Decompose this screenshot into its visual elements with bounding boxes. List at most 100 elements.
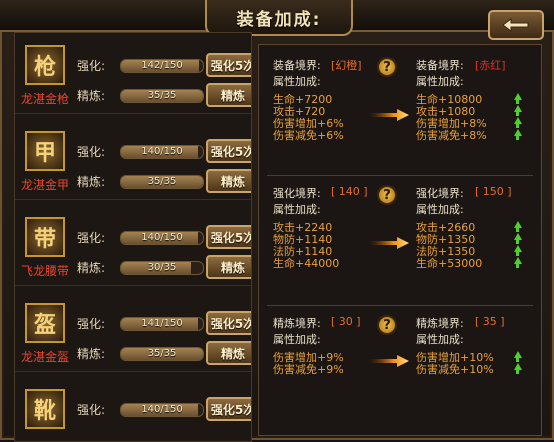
equipment-item[interactable]: 盔龙湛金盔 强化: 141/150 强化5次精炼: 35/35 精炼 xyxy=(15,291,251,372)
back-button[interactable] xyxy=(488,10,544,40)
equipment-name: 龙湛金盔 xyxy=(20,350,69,364)
next-realm-value: [ 35 ] xyxy=(475,315,505,328)
next-attr-value: 伤害减免+10% xyxy=(416,363,494,376)
next-attr-label: 属性加成: xyxy=(416,333,464,346)
stat-label: 精炼: xyxy=(77,347,106,361)
current-attr-label: 属性加成: xyxy=(273,75,321,88)
stat-up-arrow-icon xyxy=(514,245,522,256)
stat-label: 强化: xyxy=(77,145,106,159)
next-realm-label: 强化境界: xyxy=(416,187,464,200)
current-realm-label: 装备境界: xyxy=(273,59,321,72)
refine-button[interactable]: 精炼 xyxy=(206,255,251,279)
next-realm-label: 精炼境界: xyxy=(416,317,464,330)
equipment-item[interactable]: 枪龙湛金枪 强化: 142/150 强化5次精炼: 35/35 精炼 xyxy=(15,33,251,114)
stat-label: 精炼: xyxy=(77,89,106,103)
refine-progress-bar: 35/35 xyxy=(120,89,204,103)
window-title: 装备加成: xyxy=(205,0,353,36)
bonus-section: 强化境界:[ 140 ] 属性加成: 强化境界:[ 150 ] 属性加成:? 攻击+22… xyxy=(259,181,541,301)
current-realm-label: 强化境界: xyxy=(273,187,321,200)
stat-up-arrow-icon xyxy=(514,363,522,374)
stat-up-arrow-icon xyxy=(514,105,522,116)
refine-progress-bar: 30/35 xyxy=(120,261,204,275)
refine-progress-bar: 35/35 xyxy=(120,347,204,361)
stat-up-arrow-icon xyxy=(514,117,522,128)
equipment-name: 龙湛金甲 xyxy=(20,178,69,192)
spear-icon[interactable]: 枪 xyxy=(25,45,65,85)
upgrade-arrow-icon xyxy=(369,109,409,121)
refine-button[interactable]: 精炼 xyxy=(206,169,251,193)
progress-value: 140/150 xyxy=(141,404,183,415)
next-realm-value: [ 150 ] xyxy=(475,185,512,198)
current-realm-value: [幻橙] xyxy=(331,59,362,72)
progress-value: 140/150 xyxy=(141,146,183,157)
stat-up-arrow-icon xyxy=(514,257,522,268)
helmet-icon[interactable]: 盔 xyxy=(25,303,65,343)
enhance-5x-button[interactable]: 强化5次 xyxy=(206,225,251,249)
enhance-progress-bar: 140/150 xyxy=(120,403,204,417)
stat-label: 强化: xyxy=(77,317,106,331)
stat-up-arrow-icon xyxy=(514,93,522,104)
upgrade-arrow-icon xyxy=(369,355,409,367)
current-attr-label: 属性加成: xyxy=(273,333,321,346)
current-realm-label: 精炼境界: xyxy=(273,317,321,330)
current-realm-value: [ 140 ] xyxy=(331,185,368,198)
stat-up-arrow-icon xyxy=(514,233,522,244)
stat-up-arrow-icon xyxy=(514,351,522,362)
equipment-item[interactable]: 甲龙湛金甲 强化: 140/150 强化5次精炼: 35/35 精炼 xyxy=(15,119,251,200)
current-attr-label: 属性加成: xyxy=(273,203,321,216)
enhance-5x-button[interactable]: 强化5次 xyxy=(206,311,251,335)
enhance-5x-button[interactable]: 强化5次 xyxy=(206,397,251,421)
enhance-progress-bar: 140/150 xyxy=(120,231,204,245)
refine-progress-bar: 35/35 xyxy=(120,175,204,189)
game-window: 装备加成: 枪龙湛金枪 强化: 142/150 强化5次 精炼: 35/35 精炼甲龙湛金甲… xyxy=(0,0,554,442)
stat-label: 精炼: xyxy=(77,175,106,189)
stat-up-arrow-icon xyxy=(514,221,522,232)
stat-label: 强化: xyxy=(77,59,106,73)
next-realm-value: [赤红] xyxy=(475,59,506,72)
enhance-progress-bar: 141/150 xyxy=(120,317,204,331)
help-icon[interactable]: ? xyxy=(377,57,397,77)
enhance-5x-button[interactable]: 强化5次 xyxy=(206,139,251,163)
next-attr-value: 生命+53000 xyxy=(416,257,483,270)
refine-button[interactable]: 精炼 xyxy=(206,83,251,107)
current-attr-value: 生命+44000 xyxy=(273,257,340,270)
progress-value: 35/35 xyxy=(147,90,177,101)
back-arrow-icon xyxy=(502,18,529,32)
current-attr-value: 伤害减免+9% xyxy=(273,363,344,376)
enhance-5x-button[interactable]: 强化5次 xyxy=(206,53,251,77)
progress-value: 35/35 xyxy=(147,348,177,359)
refine-button[interactable]: 精炼 xyxy=(206,341,251,365)
bonus-panel: 装备境界: [幻橙] 属性加成: 装备境界: [赤红] 属性加成:? 生命+7200 攻击+7… xyxy=(258,44,542,436)
next-realm-label: 装备境界: xyxy=(416,59,464,72)
next-attr-value: 伤害减免+8% xyxy=(416,129,487,142)
progress-value: 35/35 xyxy=(147,176,177,187)
help-icon[interactable]: ? xyxy=(377,315,397,335)
section-divider xyxy=(267,175,533,176)
current-realm-value: [ 30 ] xyxy=(331,315,361,328)
enhance-progress-bar: 140/150 xyxy=(120,145,204,159)
progress-value: 142/150 xyxy=(141,60,183,71)
stat-up-arrow-icon xyxy=(514,129,522,140)
stat-label: 精炼: xyxy=(77,261,106,275)
help-icon[interactable]: ? xyxy=(377,185,397,205)
stat-label: 强化: xyxy=(77,231,106,245)
upgrade-arrow-icon xyxy=(369,237,409,249)
armor-icon[interactable]: 甲 xyxy=(25,131,65,171)
next-attr-label: 属性加成: xyxy=(416,75,464,88)
progress-value: 30/35 xyxy=(147,262,177,273)
equipment-item[interactable]: 带飞龙腰带 强化: 140/150 强化5次精炼: 30/35 精炼 xyxy=(15,205,251,286)
progress-value: 141/150 xyxy=(141,318,183,329)
enhance-progress-bar: 142/150 xyxy=(120,59,204,73)
boots-icon[interactable]: 靴 xyxy=(25,389,65,429)
section-divider xyxy=(267,305,533,306)
current-attr-value: 伤害减免+6% xyxy=(273,129,344,142)
equipment-list[interactable]: 枪龙湛金枪 强化: 142/150 强化5次 精炼: 35/35 精炼甲龙湛金甲 强化: 140… xyxy=(14,32,252,442)
bonus-section: 精炼境界:[ 30 ] 属性加成: 精炼境界:[ 35 ] 属性加成:? 伤害增加+9%… xyxy=(259,311,541,431)
equipment-item[interactable]: 靴强化: 140/150 强化5次 xyxy=(15,377,251,441)
belt-icon[interactable]: 带 xyxy=(25,217,65,257)
next-attr-label: 属性加成: xyxy=(416,203,464,216)
progress-value: 140/150 xyxy=(141,232,183,243)
equipment-name: 飞龙腰带 xyxy=(20,264,69,278)
stat-label: 强化: xyxy=(77,403,106,417)
equipment-name: 龙湛金枪 xyxy=(20,92,69,106)
